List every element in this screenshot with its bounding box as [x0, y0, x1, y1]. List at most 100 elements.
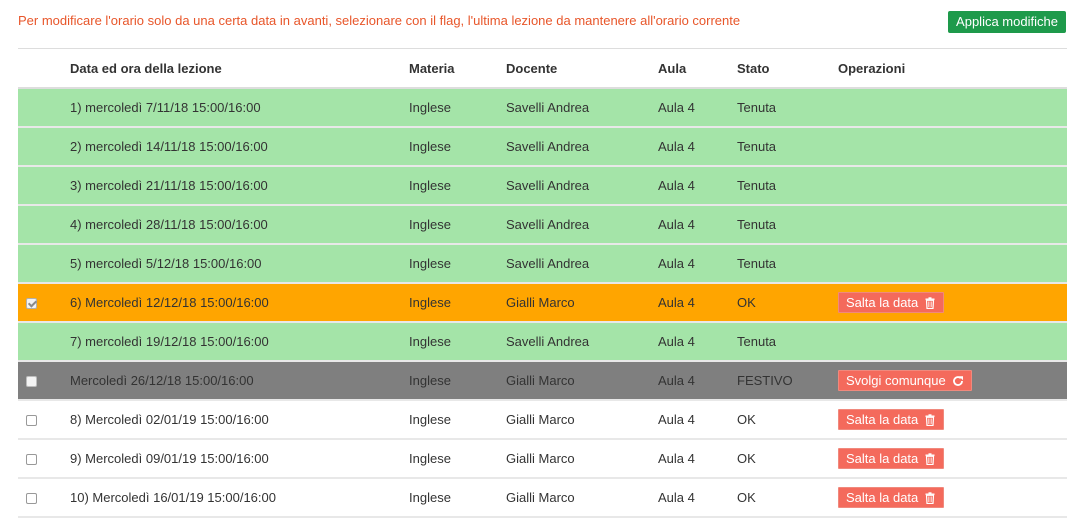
- cell-date: 2) mercoledì 14/11/18 15:00/16:00: [70, 127, 409, 167]
- salta-la-data-button[interactable]: Salta la data: [838, 448, 945, 469]
- table-row: 2) mercoledì 14/11/18 15:00/16:00 Inglese…: [18, 127, 1067, 167]
- cell-stato: Tenuta: [737, 127, 838, 167]
- cell-aula: Aula 4: [658, 283, 737, 323]
- cell-date: 1) mercoledì 7/11/18 15:00/16:00: [70, 88, 409, 128]
- cell-stato: OK: [737, 439, 838, 479]
- cell-materia: Inglese: [409, 127, 506, 167]
- cell-aula: Aula 4: [658, 400, 737, 440]
- button-label: Salta la data: [846, 412, 919, 427]
- cell-date: 8) Mercoledì 02/01/19 15:00/16:00: [70, 400, 409, 440]
- cell-stato: Tenuta: [737, 244, 838, 284]
- row-checkbox[interactable]: [26, 298, 37, 310]
- cell-stato: OK: [737, 283, 838, 323]
- cell-date: Mercoledì 26/12/18 15:00/16:00: [70, 361, 409, 401]
- cell-operazioni: [838, 205, 1067, 245]
- cell-aula: Aula 4: [658, 439, 737, 479]
- button-label: Salta la data: [846, 451, 919, 466]
- header-aula: Aula: [658, 48, 737, 89]
- cell-docente: Savelli Andrea: [506, 244, 658, 284]
- select-cell: [18, 322, 70, 362]
- table-header-row: Data ed ora della lezione Materia Docent…: [18, 48, 1067, 89]
- table-row: 6) Mercoledì 12/12/18 15:00/16:00 Inglese…: [18, 283, 1067, 323]
- cell-date: 7) mercoledì 19/12/18 15:00/16:00: [70, 322, 409, 362]
- header-select: [18, 48, 70, 89]
- cell-docente: Gialli Marco: [506, 478, 658, 518]
- cell-operazioni: [838, 322, 1067, 362]
- cell-docente: Savelli Andrea: [506, 322, 658, 362]
- select-cell: [18, 244, 70, 284]
- table-row: 5) mercoledì 5/12/18 15:00/16:00 Inglese S…: [18, 244, 1067, 284]
- row-checkbox[interactable]: [26, 454, 37, 466]
- salta-la-data-button[interactable]: Salta la data: [838, 292, 945, 313]
- row-checkbox[interactable]: [26, 415, 37, 427]
- select-cell: [18, 88, 70, 128]
- row-checkbox[interactable]: [26, 493, 37, 505]
- table-row: 1) mercoledì 7/11/18 15:00/16:00 Inglese S…: [18, 88, 1067, 128]
- cell-operazioni: [838, 88, 1067, 128]
- select-cell: [18, 400, 70, 440]
- cell-stato: Tenuta: [737, 205, 838, 245]
- apply-changes-button[interactable]: Applica modifiche: [948, 11, 1066, 33]
- button-label: Svolgi comunque: [846, 373, 946, 388]
- cell-operazioni: Salta la data: [838, 478, 1067, 518]
- cell-materia: Inglese: [409, 439, 506, 479]
- select-cell: [18, 283, 70, 323]
- cell-materia: Inglese: [409, 400, 506, 440]
- header-docente: Docente: [506, 48, 658, 89]
- cell-docente: Savelli Andrea: [506, 127, 658, 167]
- cell-aula: Aula 4: [658, 478, 737, 518]
- cell-stato: FESTIVO: [737, 361, 838, 401]
- salta-la-data-button[interactable]: Salta la data: [838, 487, 945, 508]
- instruction-notice: Per modificare l'orario solo da una cert…: [18, 13, 741, 28]
- cell-date: 9) Mercoledì 09/01/19 15:00/16:00: [70, 439, 409, 479]
- button-label: Salta la data: [846, 490, 919, 505]
- cell-aula: Aula 4: [658, 166, 737, 206]
- select-cell: [18, 127, 70, 167]
- cell-date: 6) Mercoledì 12/12/18 15:00/16:00: [70, 283, 409, 323]
- header-operazioni: Operazioni: [838, 48, 1067, 89]
- cell-aula: Aula 4: [658, 205, 737, 245]
- lesson-schedule-page: Per modificare l'orario solo da una cert…: [0, 0, 1090, 521]
- table-row: 9) Mercoledì 09/01/19 15:00/16:00 Inglese…: [18, 439, 1067, 479]
- cell-docente: Savelli Andrea: [506, 166, 658, 206]
- trash-icon: [924, 491, 936, 504]
- cell-stato: OK: [737, 400, 838, 440]
- cell-docente: Gialli Marco: [506, 400, 658, 440]
- cell-docente: Savelli Andrea: [506, 88, 658, 128]
- salta-la-data-button[interactable]: Salta la data: [838, 409, 945, 430]
- cell-materia: Inglese: [409, 166, 506, 206]
- cell-docente: Gialli Marco: [506, 361, 658, 401]
- table-row: 4) mercoledì 28/11/18 15:00/16:00 Inglese…: [18, 205, 1067, 245]
- cell-docente: Savelli Andrea: [506, 205, 658, 245]
- select-cell: [18, 361, 70, 401]
- refresh-icon: [952, 375, 964, 387]
- trash-icon: [924, 452, 936, 465]
- cell-date: 4) mercoledì 28/11/18 15:00/16:00: [70, 205, 409, 245]
- cell-stato: Tenuta: [737, 166, 838, 206]
- select-cell: [18, 439, 70, 479]
- cell-operazioni: Svolgi comunque: [838, 361, 1067, 401]
- cell-materia: Inglese: [409, 283, 506, 323]
- header-stato: Stato: [737, 48, 838, 89]
- cell-materia: Inglese: [409, 361, 506, 401]
- cell-docente: Gialli Marco: [506, 439, 658, 479]
- cell-operazioni: Salta la data: [838, 439, 1067, 479]
- cell-aula: Aula 4: [658, 322, 737, 362]
- cell-date: 3) mercoledì 21/11/18 15:00/16:00: [70, 166, 409, 206]
- cell-operazioni: [838, 166, 1067, 206]
- select-cell: [18, 205, 70, 245]
- cell-materia: Inglese: [409, 244, 506, 284]
- table-row: 10) Mercoledì 16/01/19 15:00/16:00 Ingles…: [18, 478, 1067, 518]
- button-label: Salta la data: [846, 295, 919, 310]
- select-cell: [18, 166, 70, 206]
- table-row: Mercoledì 26/12/18 15:00/16:00 Inglese Gia…: [18, 361, 1067, 401]
- trash-icon: [924, 413, 936, 426]
- header-materia: Materia: [409, 48, 506, 89]
- cell-operazioni: Salta la data: [838, 283, 1067, 323]
- cell-stato: OK: [737, 478, 838, 518]
- table-row: 3) mercoledì 21/11/18 15:00/16:00 Inglese…: [18, 166, 1067, 206]
- cell-aula: Aula 4: [658, 244, 737, 284]
- row-checkbox: [26, 376, 37, 388]
- cell-materia: Inglese: [409, 322, 506, 362]
- svolgi-comunque-button[interactable]: Svolgi comunque: [838, 370, 972, 391]
